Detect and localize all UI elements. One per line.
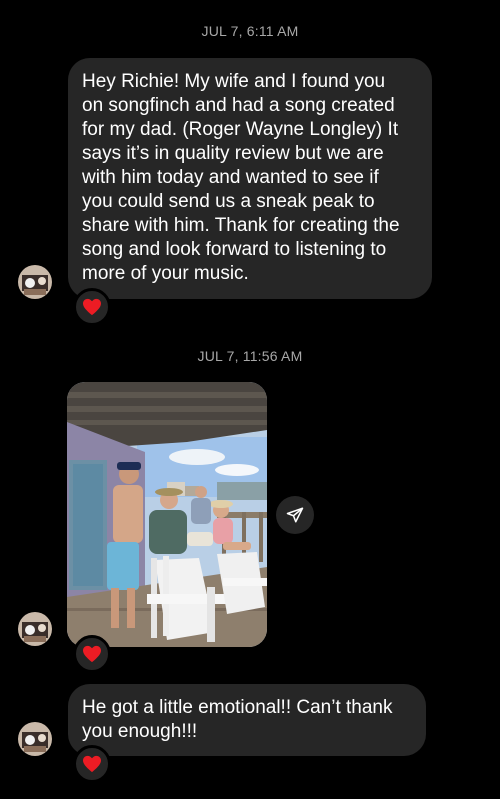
timestamp: JUL 7, 11:56 AM: [197, 348, 303, 364]
send-icon: [286, 507, 304, 523]
heart-icon: [83, 645, 101, 663]
avatar-image: [18, 612, 52, 646]
heart-icon: [83, 298, 101, 316]
heart-reaction[interactable]: [73, 745, 111, 783]
heart-icon: [83, 755, 101, 773]
photo-message[interactable]: [67, 382, 267, 647]
message-bubble[interactable]: Hey Richie! My wife and I found you on s…: [68, 58, 432, 299]
sender-avatar[interactable]: [18, 612, 52, 646]
avatar-image: [18, 265, 52, 299]
avatar-image: [18, 722, 52, 756]
heart-reaction[interactable]: [73, 635, 111, 673]
heart-reaction[interactable]: [73, 288, 111, 326]
porch-photo: [67, 382, 267, 647]
timestamp: JUL 7, 6:11 AM: [201, 23, 299, 39]
share-button[interactable]: [276, 496, 314, 534]
sender-avatar[interactable]: [18, 722, 52, 756]
sender-avatar[interactable]: [18, 265, 52, 299]
message-bubble[interactable]: He got a little emotional!! Can’t thank …: [68, 684, 426, 756]
